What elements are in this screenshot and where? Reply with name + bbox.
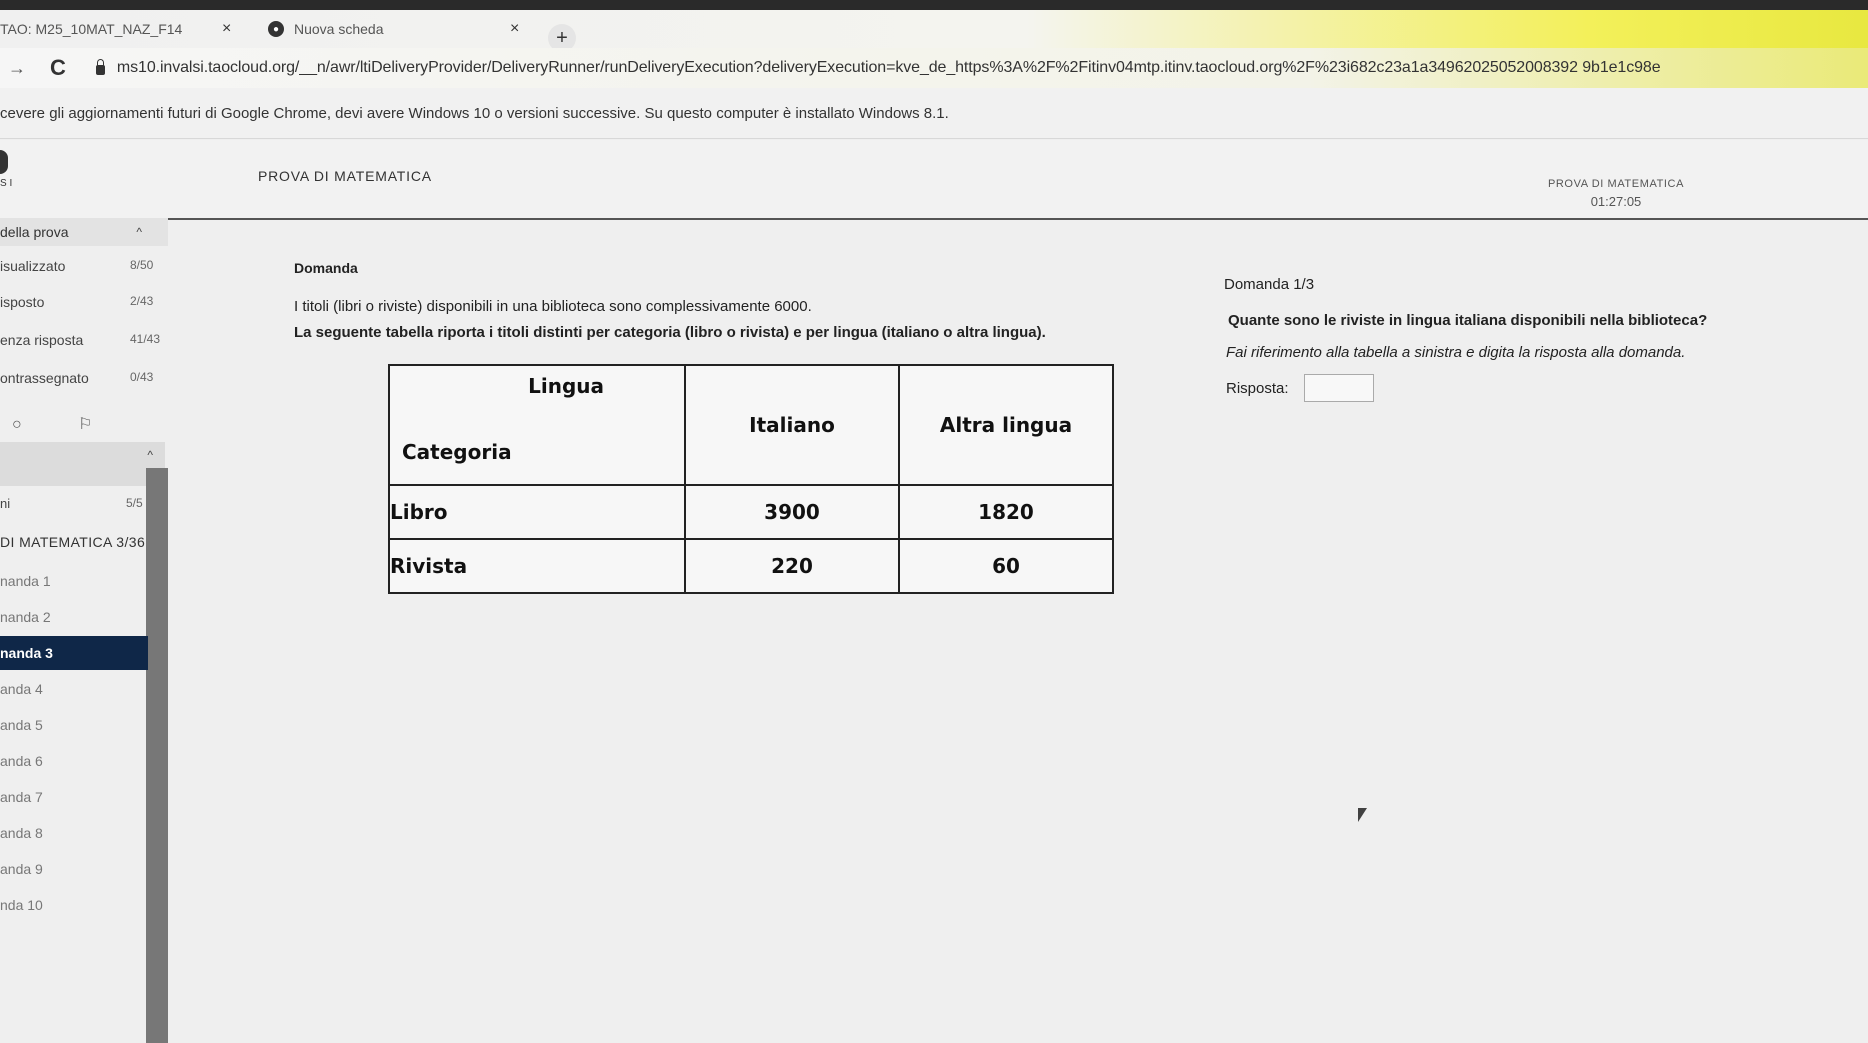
stat-unanswered[interactable]: enza risposta 41/43 [0,332,170,348]
part-value: 5/5 [126,496,143,510]
stat-label: enza risposta [0,332,84,348]
overview-header[interactable]: della prova ^ [0,218,168,246]
forward-icon[interactable]: → [8,58,30,79]
table-cell: 3900 [684,484,900,540]
table-header-row: Lingua Categoria Italiano Altra lingua [388,364,1114,486]
overview-title: della prova [0,224,69,240]
answer-label: Risposta: [1226,380,1289,397]
column-header: Altra lingua [898,364,1114,486]
table-cell: 1820 [898,484,1114,540]
stat-flagged[interactable]: ontrassegnato 0/43 [0,370,170,386]
circle-icon[interactable]: ○ [12,416,22,433]
question-label: Domanda [294,260,358,276]
test-name: PROVA DI MATEMATICA [1547,178,1685,190]
table-cell: 60 [898,538,1114,594]
part-label: ni [0,496,11,511]
question-item-9[interactable]: anda 9 [0,852,148,886]
question-item-3[interactable]: nanda 3 [0,636,148,670]
question-text-2: La seguente tabella riporta i titoli dis… [294,324,1046,341]
instruction-text: Fai riferimento alla tabella a sinistra … [1226,344,1686,361]
question-item-5[interactable]: anda 5 [0,708,148,742]
chrome-update-infobar: cevere gli aggiornamenti futuri di Googl… [0,88,1868,139]
stat-value: 8/50 [130,258,154,272]
address-bar: → C ms10.invalsi.taocloud.org/__n/awr/lt… [0,48,1868,88]
section-header[interactable]: ^ [0,442,165,486]
chevron-up-icon[interactable]: ^ [136,225,142,239]
row-header: Libro [388,484,686,540]
stat-label: ontrassegnato [0,370,89,386]
answer-input[interactable] [1304,374,1374,402]
reload-icon[interactable]: C [50,55,66,81]
question-item-1[interactable]: nanda 1 [0,564,148,598]
lock-icon[interactable] [95,59,105,75]
infobar-message: cevere gli aggiornamenti futuri di Googl… [0,104,949,122]
chevron-up-icon[interactable]: ^ [147,448,153,462]
subquestion-text: Quante sono le riviste in lingua italian… [1228,312,1708,329]
mouse-cursor-icon [1358,808,1367,822]
table-row: Rivista 220 60 [388,538,1114,594]
stat-viewed[interactable]: isualizzato 8/50 [0,258,170,274]
url-field[interactable]: ms10.invalsi.taocloud.org/__n/awr/ltiDel… [117,59,1661,77]
tab-tao[interactable]: TAO: M25_10MAT_NAZ_F14 × [0,14,260,44]
browser-tab-bar: TAO: M25_10MAT_NAZ_F14 × ● Nuova scheda … [0,0,1868,52]
test-status: PROVA DI MATEMATICA 01:27:05 [1546,178,1686,209]
logo-text: S I [0,178,13,189]
stat-answered[interactable]: isposto 2/43 [0,294,170,310]
sidebar-scrollbar[interactable] [146,468,168,1043]
navigation-sidebar: della prova ^ isualizzato 8/50 isposto 2… [0,218,170,1043]
table-row: Libro 3900 1820 [388,484,1114,540]
close-icon[interactable]: × [510,20,519,38]
flag-icon[interactable]: ⚐ [78,416,92,433]
question-item-2[interactable]: nanda 2 [0,600,148,634]
question-item-8[interactable]: anda 8 [0,816,148,850]
page-title: PROVA DI MATEMATICA [258,168,432,184]
tab-new[interactable]: ● Nuova scheda × [262,14,542,44]
column-header: Italiano [684,364,900,486]
corner-label-categoria: Categoria [402,440,512,464]
stat-label: isualizzato [0,258,66,274]
stat-value: 0/43 [130,370,154,384]
question-item-4[interactable]: anda 4 [0,672,148,706]
row-header: Rivista [388,538,686,594]
part-row[interactable]: ni 5/5 [0,496,150,511]
tab-title: TAO: M25_10MAT_NAZ_F14 [0,21,183,37]
app-header: S I PROVA DI MATEMATICA PROVA DI MATEMAT… [0,140,1868,220]
filter-icons: ○ ⚐ [12,414,144,434]
invalsi-logo-icon [0,150,8,174]
corner-label-lingua: Lingua [528,374,604,398]
stat-value: 41/43 [130,332,161,346]
subquestion-counter: Domanda 1/3 [1224,276,1315,293]
table-corner-cell: Lingua Categoria [388,364,686,486]
question-item-6[interactable]: anda 6 [0,744,148,778]
section-row[interactable]: DI MATEMATICA 3/36 [0,534,145,550]
table-cell: 220 [684,538,900,594]
data-table: Lingua Categoria Italiano Altra lingua L… [388,364,1114,594]
close-icon[interactable]: × [222,20,231,38]
question-text-1: I titoli (libri o riviste) disponibili i… [294,298,812,315]
timer: 01:27:05 [1590,194,1642,209]
chrome-icon: ● [268,21,284,37]
question-item-7[interactable]: anda 7 [0,780,148,814]
tab-title: Nuova scheda [294,21,384,37]
stat-label: isposto [0,294,45,310]
stat-value: 2/43 [130,294,154,308]
question-item-10[interactable]: nda 10 [0,888,148,922]
